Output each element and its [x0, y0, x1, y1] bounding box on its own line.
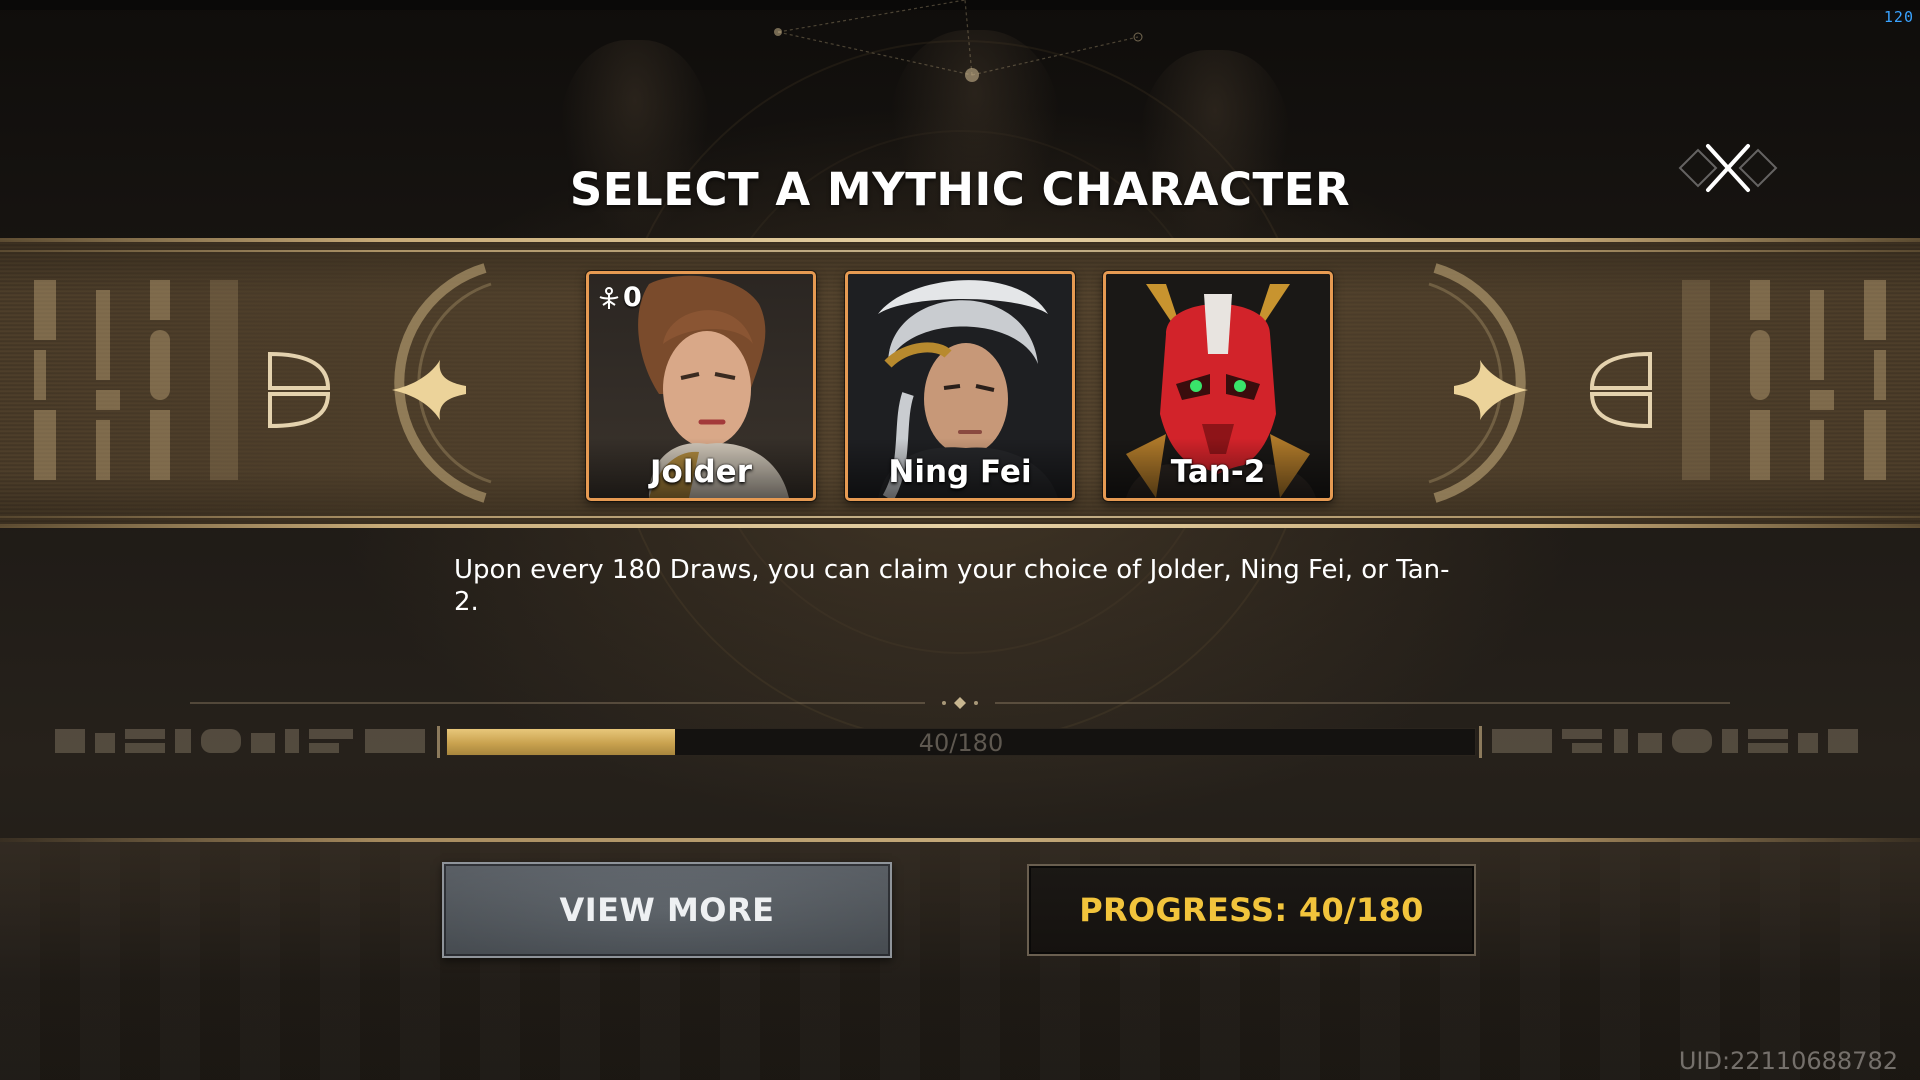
constellation-decor: [774, 0, 1143, 82]
owned-count: 0: [623, 282, 642, 313]
bottom-panel: [0, 842, 1920, 1080]
close-button[interactable]: [1676, 140, 1780, 196]
progress-label: 40/180: [918, 729, 1004, 757]
character-card-ning-fei[interactable]: Ning Fei: [845, 271, 1075, 501]
band-top-inner-border: [0, 250, 1920, 252]
arrow-left-icon: [392, 360, 466, 420]
owned-count-badge: 0: [597, 282, 642, 313]
character-card-jolder[interactable]: 0 Jolder: [586, 271, 816, 501]
reward-description: Upon every 180 Draws, you can claim your…: [454, 555, 1450, 617]
character-sigil-icon: [599, 286, 619, 309]
band-bottom-border: [0, 524, 1920, 528]
progress-cap-right: [1479, 726, 1482, 758]
progress-button[interactable]: PROGRESS: 40/180: [1027, 864, 1476, 956]
character-name: Ning Fei: [888, 454, 1032, 490]
band-bottom-inner-border: [0, 516, 1920, 518]
draw-progress-bar: 40/180: [446, 728, 1476, 757]
tribal-pattern-right: [1682, 280, 1886, 480]
tribal-pattern-left: [34, 280, 238, 480]
mythic-character-selection-screen: 120 SELECT A MYTHIC CHARACTER 0 Jolder N…: [0, 0, 1920, 1080]
progress-cap-left: [437, 726, 440, 758]
user-id: UID:22110688782: [1678, 1047, 1898, 1075]
pattern-strip-right: [1492, 729, 1858, 753]
view-more-button[interactable]: VIEW MORE: [442, 862, 892, 958]
pattern-strip-left: [55, 729, 425, 753]
close-icon: [1678, 144, 1778, 192]
bracket-decor-left: [268, 351, 331, 429]
arrow-right-icon: [1454, 360, 1528, 420]
band-top-border: [0, 238, 1920, 242]
character-name: Tan-2: [1170, 454, 1266, 490]
bracket-decor-right: [1589, 351, 1653, 429]
previous-character-button[interactable]: [390, 360, 480, 420]
character-name: Jolder: [650, 454, 752, 490]
fps-counter: 120: [1883, 8, 1914, 26]
character-card-tan-2[interactable]: Tan-2: [1103, 271, 1333, 501]
next-character-button[interactable]: [1440, 360, 1530, 420]
section-divider: [190, 697, 1730, 709]
page-title: SELECT A MYTHIC CHARACTER: [569, 163, 1351, 216]
